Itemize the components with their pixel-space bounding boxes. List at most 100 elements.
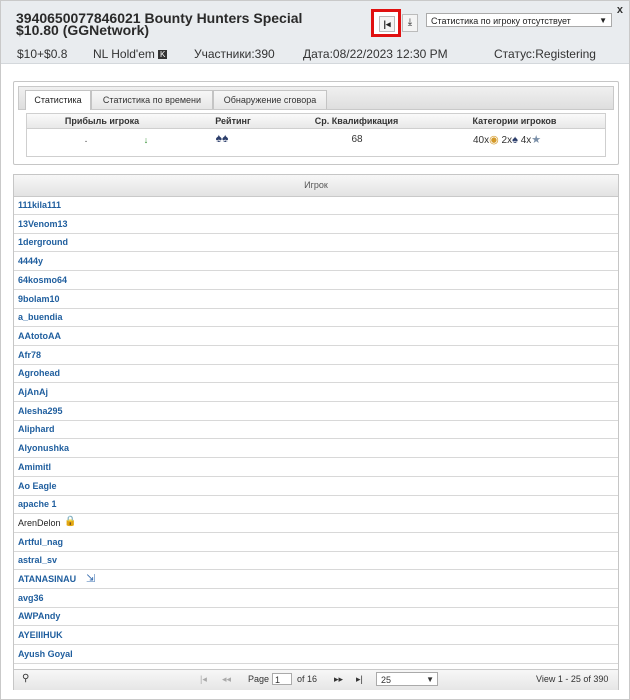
player-name[interactable]: Ao Eagle: [18, 481, 57, 491]
category-count-fish: 40x: [473, 135, 490, 146]
table-row[interactable]: AjAnAj: [14, 384, 618, 402]
stat-select-value: Статистика по игроку отсутствует: [431, 16, 571, 26]
per-page-select[interactable]: 25 ▼: [376, 672, 438, 686]
player-name[interactable]: AYEIIIHUK: [18, 630, 63, 640]
table-row[interactable]: Aliphard: [14, 421, 618, 440]
player-name[interactable]: ArenDelon: [18, 518, 61, 528]
player-name[interactable]: Artful_nag: [18, 537, 63, 547]
players-table: Игрок 111kila111 13Venom13 1derground 4444y…: [13, 174, 619, 690]
participants: Участники:390: [194, 47, 275, 61]
table-row[interactable]: Amimitl: [14, 459, 618, 477]
page-label: Page: [248, 674, 270, 684]
buyin: $10+$0.8: [17, 47, 68, 61]
first-page-icon[interactable]: |◂: [200, 674, 207, 685]
col-avg-qualification: Ср. Квалификация: [314, 116, 399, 126]
tournament-header: 394065007784602​1 Bounty Hunters Special…: [1, 1, 629, 64]
player-name[interactable]: astral_sv: [18, 555, 57, 565]
player-name[interactable]: Alyonushka: [18, 443, 69, 453]
export-icon: ⇲: [86, 573, 96, 585]
download-icon[interactable]: ⤓: [402, 14, 418, 32]
shark-icon: ♠: [512, 134, 518, 146]
stat-select[interactable]: Статистика по игроку отсутствует ▼: [426, 13, 612, 27]
tab-time-statistics[interactable]: Статистика по времени: [91, 90, 213, 109]
table-row[interactable]: AYEIIIHUK: [14, 627, 618, 646]
table-row[interactable]: 1derground: [14, 234, 618, 253]
category-count-star: 4x: [520, 135, 532, 146]
table-row[interactable]: AAtotoAA: [14, 328, 618, 346]
first-page-button[interactable]: |◂: [379, 16, 395, 32]
player-name[interactable]: 4444y: [18, 256, 43, 266]
player-name[interactable]: 9bolam10: [18, 294, 60, 304]
table-row[interactable]: avg36: [14, 590, 618, 608]
stats-tabs: Статистика Статистика по времени Обнаруж…: [18, 86, 614, 110]
table-row[interactable]: ArenDelon 🔒: [14, 515, 618, 533]
profit-value: .: [84, 134, 88, 145]
lock-icon: 🔒: [64, 515, 77, 527]
stats-table-header: Прибыль игрока Рейтинг Ср. Квалификация …: [27, 114, 605, 129]
chevron-down-icon: ▼: [599, 16, 607, 25]
table-row[interactable]: Ao Eagle: [14, 478, 618, 496]
table-row[interactable]: 13Venom13: [14, 216, 618, 234]
table-row[interactable]: Afr78: [14, 347, 618, 365]
player-name[interactable]: a_buendia: [18, 312, 63, 322]
category-count-shark: 2x: [501, 135, 513, 146]
player-name[interactable]: avg36: [18, 593, 44, 603]
star-icon: ★: [531, 134, 542, 146]
player-name[interactable]: Alesha295: [18, 406, 63, 416]
table-row[interactable]: 4444y: [14, 253, 618, 272]
prev-page-icon[interactable]: ◂◂: [222, 674, 231, 685]
tournament-status: Статус:Registering: [494, 47, 596, 61]
page-of-label: of 16: [297, 674, 318, 684]
player-name[interactable]: Aliphard: [18, 424, 55, 434]
rating-shark-icon: ♠♠: [215, 131, 229, 145]
table-row[interactable]: 64kosmo64: [14, 272, 618, 290]
fish-icon: ◉: [489, 134, 499, 146]
col-player-categories: Категории игроков: [472, 116, 557, 126]
last-page-icon[interactable]: ▸|: [356, 674, 363, 685]
player-name[interactable]: 1derground: [18, 237, 68, 247]
players-column-header[interactable]: Игрок: [14, 175, 618, 197]
game-type: NL Hold'em K: [93, 47, 168, 61]
player-name[interactable]: AWPAndy: [18, 611, 60, 621]
search-icon[interactable]: ⚲: [22, 673, 29, 684]
table-row[interactable]: apache 1: [14, 496, 618, 515]
col-rating: Рейтинг: [215, 116, 251, 126]
tab-collusion-detection[interactable]: Обнаружение сговора: [213, 90, 327, 109]
player-name[interactable]: Ayush Goyal: [18, 649, 73, 659]
next-page-icon[interactable]: ▸▸: [334, 674, 343, 685]
tournament-title: 394065007784602​1 Bounty Hunters Special…: [16, 10, 303, 38]
table-row[interactable]: Agrohead: [14, 365, 618, 384]
table-row[interactable]: Artful_nag: [14, 534, 618, 552]
player-name[interactable]: 13Venom13: [18, 219, 68, 229]
tournament-window: 394065007784602​1 Bounty Hunters Special…: [0, 0, 630, 700]
pager: ⚲ |◂ ◂◂ Page 1 of 16 ▸▸ ▸| 25 ▼ View 1 -…: [14, 669, 618, 690]
table-row[interactable]: Ayush Goyal: [14, 646, 618, 664]
table-row[interactable]: Alyonushka: [14, 440, 618, 459]
table-row[interactable]: 111kila111: [14, 197, 618, 215]
player-name[interactable]: Amimitl: [18, 462, 51, 472]
player-name[interactable]: apache 1: [18, 499, 57, 509]
game-badge-icon: K: [158, 50, 168, 60]
page-input[interactable]: 1: [272, 673, 292, 685]
tab-statistics[interactable]: Статистика: [25, 90, 91, 110]
player-name[interactable]: AAtotoAA: [18, 331, 61, 341]
highlighted-first-button-frame: |◂: [371, 9, 401, 37]
table-row[interactable]: ATANASINAU ⇲: [14, 571, 618, 589]
tournament-date: Дата:08/22/2023 12:30 PM: [303, 47, 448, 61]
view-range: View 1 - 25 of 390: [536, 674, 609, 684]
chevron-down-icon: ▼: [426, 675, 434, 684]
player-name[interactable]: Agrohead: [18, 368, 60, 378]
player-name[interactable]: 64kosmo64: [18, 275, 67, 285]
table-row[interactable]: 9bolam10: [14, 291, 618, 309]
close-icon[interactable]: x: [617, 4, 623, 16]
player-name[interactable]: AjAnAj: [18, 387, 48, 397]
player-name[interactable]: ATANASINAU: [18, 574, 76, 584]
player-name[interactable]: 111kila111: [18, 200, 61, 210]
game-label: NL Hold'em: [93, 47, 155, 61]
stats-panel: Статистика Статистика по времени Обнаруж…: [13, 81, 619, 165]
table-row[interactable]: astral_sv: [14, 552, 618, 571]
table-row[interactable]: a_buendia: [14, 309, 618, 328]
player-name[interactable]: Afr78: [18, 350, 41, 360]
table-row[interactable]: AWPAndy: [14, 608, 618, 627]
table-row[interactable]: Alesha295: [14, 403, 618, 421]
